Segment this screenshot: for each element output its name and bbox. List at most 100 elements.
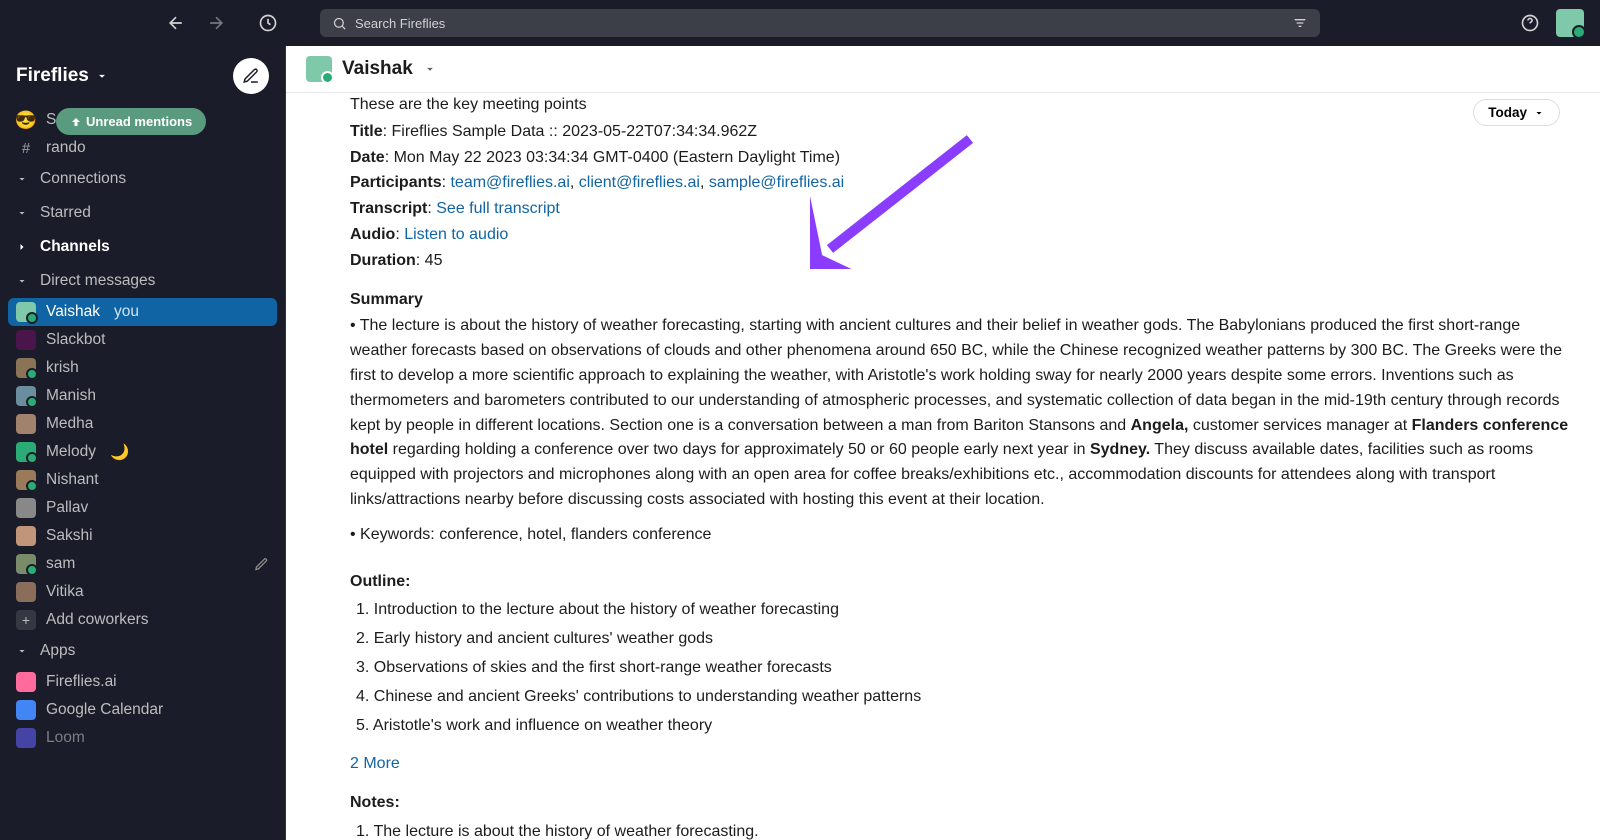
note-item: The lecture is about the history of weat… <box>374 823 759 840</box>
history-back-button[interactable] <box>166 13 186 33</box>
notes-heading: Notes: <box>350 791 1580 816</box>
app-icon <box>16 672 36 692</box>
sidebar-item-label: S <box>46 111 56 129</box>
filter-icon[interactable] <box>1292 15 1308 31</box>
history-icon[interactable] <box>258 13 278 33</box>
add-coworkers-button[interactable]: + Add coworkers <box>0 606 285 634</box>
app-icon <box>16 700 36 720</box>
caret-down-icon <box>16 275 30 287</box>
channel-header[interactable]: Vaishak <box>286 46 1600 93</box>
keywords-text: • Keywords: conference, hotel, flanders … <box>350 523 1580 548</box>
outline-heading: Outline: <box>350 570 1580 595</box>
intro-text: These are the key meeting points <box>350 93 1580 118</box>
avatar <box>16 302 36 322</box>
summary-text: • The lecture is about the history of we… <box>350 314 1580 512</box>
channel-avatar <box>306 56 332 82</box>
date-divider-label: Today <box>1488 105 1527 120</box>
search-input[interactable]: Search Fireflies <box>320 9 1320 37</box>
dm-name: sam <box>46 555 75 573</box>
message-body: These are the key meeting points Title: … <box>350 93 1580 840</box>
sidebar-channel-rando[interactable]: # rando <box>0 134 285 162</box>
dm-name: Vitika <box>46 583 84 601</box>
app-gcal[interactable]: Google Calendar <box>0 696 285 724</box>
dm-pallav[interactable]: Pallav <box>0 494 285 522</box>
more-link[interactable]: 2 More <box>350 752 400 777</box>
audio-label: Audio <box>350 226 395 243</box>
participant-link[interactable]: sample@fireflies.ai <box>709 174 844 191</box>
dm-name: Medha <box>46 415 93 433</box>
section-label: Apps <box>40 642 75 660</box>
app-name: Fireflies.ai <box>46 673 117 691</box>
outline-item: Introduction to the lecture about the hi… <box>374 601 839 618</box>
hash-icon: # <box>16 140 36 157</box>
dm-name: Nishant <box>46 471 99 489</box>
dm-vaishak[interactable]: Vaishak you <box>8 298 277 326</box>
app-fireflies[interactable]: Fireflies.ai <box>0 668 285 696</box>
section-apps[interactable]: Apps <box>0 634 285 668</box>
outline-list: 1. Introduction to the lecture about the… <box>350 598 1580 738</box>
caret-down-icon <box>16 645 30 657</box>
avatar <box>16 414 36 434</box>
summary-heading: Summary <box>350 288 1580 313</box>
history-forward-button[interactable] <box>206 13 226 33</box>
app-name: Loom <box>46 729 85 747</box>
help-icon[interactable] <box>1520 13 1540 33</box>
dm-sam[interactable]: sam <box>0 550 285 578</box>
title-value: : Fireflies Sample Data :: 2023-05-22T07… <box>383 123 757 140</box>
avatar <box>16 582 36 602</box>
workspace-name[interactable]: Fireflies <box>16 65 89 87</box>
dm-melody[interactable]: Melody 🌙 <box>0 438 285 466</box>
avatar <box>16 386 36 406</box>
topbar: Search Fireflies <box>0 0 1600 46</box>
avatar <box>16 442 36 462</box>
outline-item: Observations of skies and the first shor… <box>374 659 832 676</box>
message-scroll[interactable]: Today These are the key meeting points T… <box>286 93 1600 840</box>
dm-name: Melody <box>46 443 96 461</box>
participant-link[interactable]: team@fireflies.ai <box>450 174 569 191</box>
section-connections[interactable]: Connections <box>0 162 285 196</box>
edit-icon[interactable] <box>254 557 269 572</box>
section-starred[interactable]: Starred <box>0 196 285 230</box>
participants-label: Participants <box>350 174 442 191</box>
moon-icon: 🌙 <box>110 443 129 462</box>
dm-name: krish <box>46 359 79 377</box>
transcript-link[interactable]: See full transcript <box>436 200 560 217</box>
dm-name: Vaishak <box>46 303 100 321</box>
dm-name: Pallav <box>46 499 88 517</box>
compose-button[interactable] <box>233 58 269 94</box>
title-label: Title <box>350 123 383 140</box>
plus-icon: + <box>16 610 36 630</box>
unread-mentions-banner[interactable]: Unread mentions <box>56 108 206 135</box>
dm-sakshi[interactable]: Sakshi <box>0 522 285 550</box>
dm-vitika[interactable]: Vitika <box>0 578 285 606</box>
participant-link[interactable]: client@fireflies.ai <box>579 174 700 191</box>
date-divider-button[interactable]: Today <box>1473 99 1560 126</box>
app-icon <box>16 728 36 748</box>
section-label: Direct messages <box>40 272 155 290</box>
dm-you-label: you <box>114 303 139 321</box>
dm-krish[interactable]: krish <box>0 354 285 382</box>
channel-name: Vaishak <box>342 58 413 80</box>
section-dms[interactable]: Direct messages <box>0 264 285 298</box>
sidebar: Fireflies 😎 S Unread mentions # <box>0 46 286 840</box>
dm-nishant[interactable]: Nishant <box>0 466 285 494</box>
dm-name: Slackbot <box>46 331 105 349</box>
chevron-down-icon <box>423 62 437 76</box>
dm-medha[interactable]: Medha <box>0 410 285 438</box>
avatar <box>16 358 36 378</box>
search-placeholder: Search Fireflies <box>355 16 1292 31</box>
date-value: : Mon May 22 2023 03:34:34 GMT-0400 (Eas… <box>385 149 840 166</box>
dm-name: Sakshi <box>46 527 93 545</box>
dm-slackbot[interactable]: Slackbot <box>0 326 285 354</box>
duration-value: : 45 <box>416 252 443 269</box>
transcript-label: Transcript <box>350 200 427 217</box>
avatar <box>16 330 36 350</box>
sidebar-item-label: rando <box>46 139 86 157</box>
app-name: Google Calendar <box>46 701 163 719</box>
app-loom[interactable]: Loom <box>0 724 285 752</box>
audio-link[interactable]: Listen to audio <box>404 226 508 243</box>
add-coworkers-label: Add coworkers <box>46 611 149 629</box>
section-channels[interactable]: Channels <box>0 230 285 264</box>
user-avatar[interactable] <box>1556 9 1584 37</box>
dm-manish[interactable]: Manish <box>0 382 285 410</box>
